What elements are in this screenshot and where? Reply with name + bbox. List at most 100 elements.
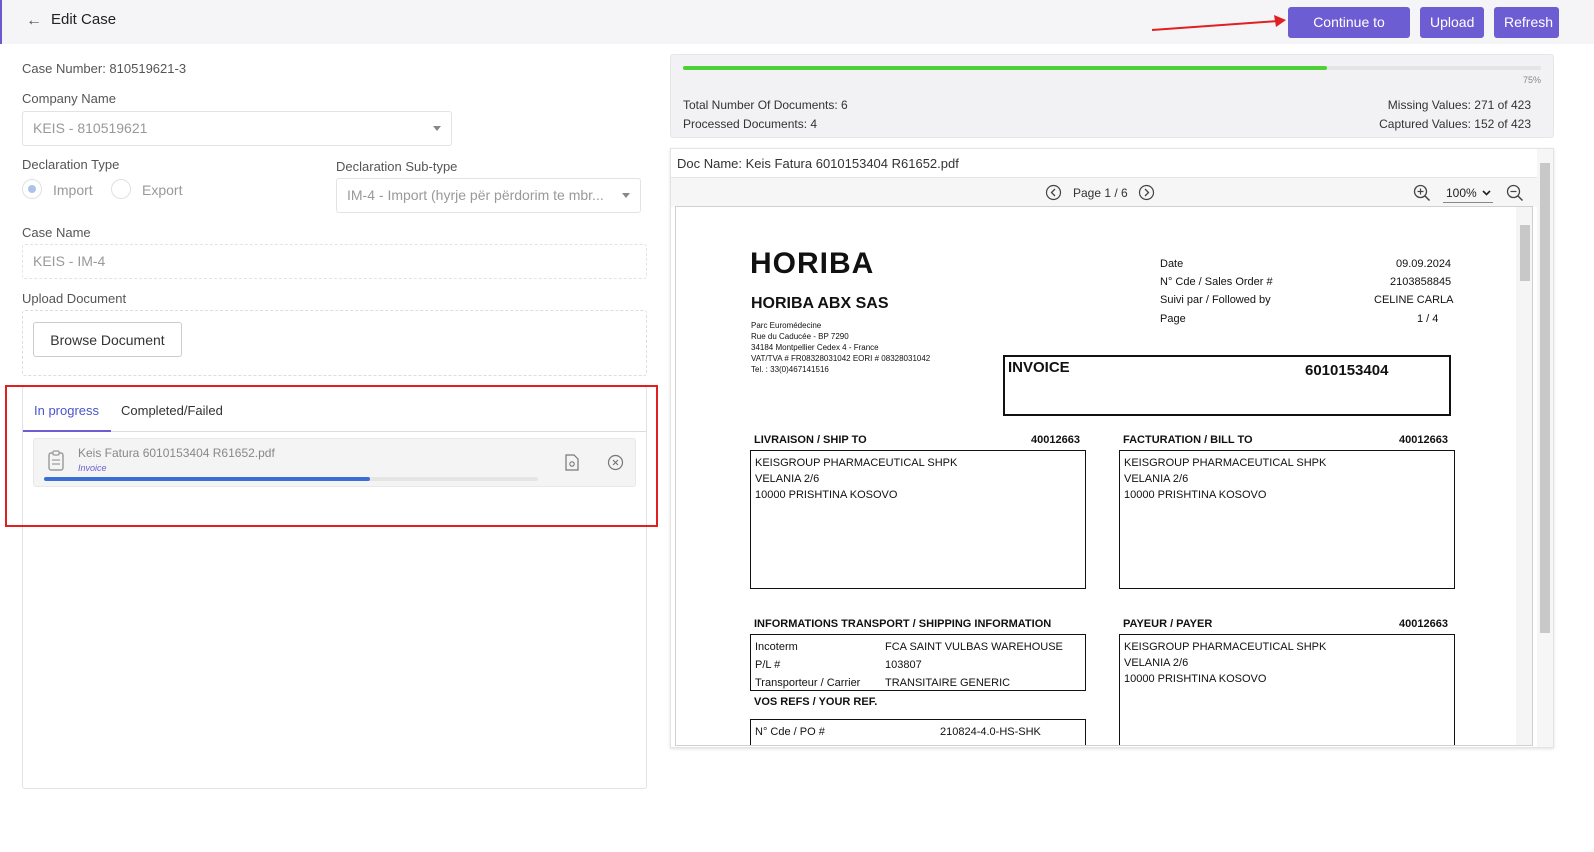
- page-indicator: Page 1 / 6: [1073, 186, 1128, 200]
- ship-to-box: KEISGROUP PHARMACEUTICAL SHPK VELANIA 2/…: [750, 450, 1086, 589]
- import-radio-label: Import: [53, 182, 93, 198]
- zoom-select[interactable]: 100%: [1443, 183, 1493, 203]
- company-name-select[interactable]: KEIS - 810519621: [22, 111, 452, 146]
- browse-document-button[interactable]: Browse Document: [33, 322, 182, 357]
- missing-values: Missing Values: 271 of 423: [1387, 98, 1531, 112]
- total-documents: Total Number Of Documents: 6: [683, 98, 848, 112]
- refresh-button[interactable]: Refresh: [1494, 7, 1559, 38]
- chevron-down-icon: [1482, 190, 1491, 196]
- zoom-out-icon[interactable]: [1506, 184, 1524, 202]
- transport-value: TRANSITAIRE GENERIC: [885, 677, 1011, 689]
- payer-line: 10000 PRISHTINA KOSOVO: [1124, 673, 1267, 685]
- bill-to-line: 10000 PRISHTINA KOSOVO: [1124, 489, 1267, 501]
- viewer-scrollbar[interactable]: [1537, 149, 1553, 747]
- overall-progress-bar: [683, 66, 1541, 70]
- case-name-value: KEIS - IM-4: [33, 253, 106, 269]
- annotation-highlight-box: [5, 385, 658, 527]
- bill-to-line: VELANIA 2/6: [1124, 473, 1189, 485]
- po-value: 210824-4.0-HS-SHK: [940, 726, 1041, 738]
- transport-value: FCA SAINT VULBAS WAREHOUSE: [885, 641, 1063, 653]
- next-page-icon[interactable]: [1138, 184, 1155, 201]
- chevron-down-icon: [433, 126, 441, 131]
- ship-to-label: LIVRAISON / SHIP TO: [754, 434, 867, 446]
- viewer-toolbar: Page 1 / 6 100%: [671, 177, 1537, 207]
- ship-to-line: KEISGROUP PHARMACEUTICAL SHPK: [755, 457, 958, 469]
- progress-percent: 75%: [1522, 75, 1541, 85]
- ship-to-code: 40012663: [1031, 434, 1080, 446]
- annotation-arrow-icon: [1152, 15, 1286, 31]
- chevron-down-icon: [622, 193, 630, 198]
- continue-to-dud-button[interactable]: Continue to DUD: [1288, 7, 1410, 61]
- page-title: Edit Case: [51, 11, 117, 28]
- address-line: Parc Euromédecine: [751, 321, 822, 330]
- zoom-value: 100%: [1446, 186, 1477, 200]
- transport-key: Transporteur / Carrier: [755, 677, 861, 689]
- transport-box: Incoterm FCA SAINT VULBAS WAREHOUSE P/L …: [750, 634, 1086, 691]
- transport-value: 103807: [885, 659, 922, 671]
- meta-value: CELINE CARLA: [1374, 294, 1454, 306]
- captured-values: Captured Values: 152 of 423: [1379, 117, 1531, 131]
- ship-to-line: VELANIA 2/6: [755, 473, 820, 485]
- transport-key: P/L #: [755, 659, 781, 671]
- declaration-type-label: Declaration Type: [22, 157, 120, 172]
- meta-key: N° Cde / Sales Order #: [1160, 276, 1273, 288]
- address-line: VAT/TVA # FR08328031042 EORI # 083280310…: [751, 354, 931, 363]
- po-label: N° Cde / PO #: [755, 726, 825, 738]
- processing-stats-card: 75% Total Number Of Documents: 6 Process…: [670, 54, 1554, 138]
- meta-value: 09.09.2024: [1396, 258, 1452, 270]
- meta-key: Suivi par / Followed by: [1160, 294, 1271, 306]
- meta-value: 1 / 4: [1417, 313, 1439, 325]
- invoice-address: Parc Euromédecine Rue du Caducée - BP 72…: [751, 320, 930, 375]
- processed-documents: Processed Documents: 4: [683, 117, 818, 131]
- address-line: Rue du Caducée - BP 7290: [751, 332, 849, 341]
- invoice-number: 6010153404: [1305, 362, 1389, 379]
- upload-document-label: Upload Document: [22, 291, 127, 306]
- transport-key: Incoterm: [755, 641, 798, 653]
- export-radio[interactable]: [111, 179, 131, 199]
- declaration-subtype-select[interactable]: IM-4 - Import (hyrje për përdorim te mbr…: [336, 178, 641, 213]
- case-name-label: Case Name: [22, 225, 91, 240]
- address-line: 34184 Montpellier Cedex 4 - France: [751, 343, 879, 352]
- zoom-in-icon[interactable]: [1413, 184, 1431, 202]
- invoice-title: INVOICE: [1008, 359, 1070, 376]
- transport-label: INFORMATIONS TRANSPORT / SHIPPING INFORM…: [754, 618, 1052, 630]
- meta-key: Date: [1160, 258, 1184, 270]
- refs-label: VOS REFS / YOUR REF.: [754, 696, 878, 708]
- refs-box: N° Cde / PO # 210824-4.0-HS-SHK: [750, 719, 1086, 745]
- company-name-value: KEIS - 810519621: [33, 120, 148, 136]
- overall-progress-fill: [683, 66, 1327, 70]
- pdf-viewer: Doc Name: Keis Fatura 6010153404 R61652.…: [670, 148, 1554, 748]
- case-name-input[interactable]: KEIS - IM-4: [22, 244, 647, 279]
- invoice-number-box: INVOICE 6010153404: [1003, 355, 1451, 416]
- horiba-logo: HORIBA: [750, 247, 875, 280]
- payer-code: 40012663: [1399, 618, 1448, 630]
- export-radio-label: Export: [142, 182, 183, 198]
- bill-to-line: KEISGROUP PHARMACEUTICAL SHPK: [1124, 457, 1327, 469]
- page-scrollbar[interactable]: [1516, 207, 1532, 745]
- prev-page-icon[interactable]: [1045, 184, 1062, 201]
- top-bar: ← Edit Case Continue to DUD Upload Refre…: [0, 0, 1594, 61]
- payer-box: KEISGROUP PHARMACEUTICAL SHPK VELANIA 2/…: [1119, 634, 1455, 745]
- pdf-page: HORIBA HORIBA ABX SAS Parc Euromédecine …: [675, 206, 1533, 746]
- payer-line: KEISGROUP PHARMACEUTICAL SHPK: [1124, 641, 1327, 653]
- invoice-company: HORIBA ABX SAS: [751, 295, 889, 312]
- upload-button[interactable]: Upload: [1420, 7, 1484, 38]
- bill-to-box: KEISGROUP PHARMACEUTICAL SHPK VELANIA 2/…: [1119, 450, 1455, 589]
- address-line: Tel. : 33(0)467141516: [751, 365, 829, 374]
- company-name-label: Company Name: [22, 91, 116, 106]
- payer-line: VELANIA 2/6: [1124, 657, 1189, 669]
- doc-name: Doc Name: Keis Fatura 6010153404 R61652.…: [677, 156, 959, 171]
- case-number: Case Number: 810519621-3: [22, 61, 187, 76]
- meta-key: Page: [1160, 313, 1186, 325]
- bill-to-label: FACTURATION / BILL TO: [1123, 434, 1253, 446]
- bill-to-code: 40012663: [1399, 434, 1448, 446]
- import-radio[interactable]: [22, 179, 42, 199]
- declaration-subtype-label: Declaration Sub-type: [336, 159, 458, 174]
- page-scroll-thumb[interactable]: [1520, 225, 1530, 281]
- back-arrow-icon[interactable]: ←: [26, 12, 42, 30]
- meta-value: 2103858845: [1390, 276, 1452, 288]
- ship-to-line: 10000 PRISHTINA KOSOVO: [755, 489, 898, 501]
- payer-label: PAYEUR / PAYER: [1123, 618, 1213, 630]
- viewer-scroll-thumb[interactable]: [1540, 163, 1550, 633]
- declaration-subtype-value: IM-4 - Import (hyrje për përdorim te mbr…: [347, 187, 604, 203]
